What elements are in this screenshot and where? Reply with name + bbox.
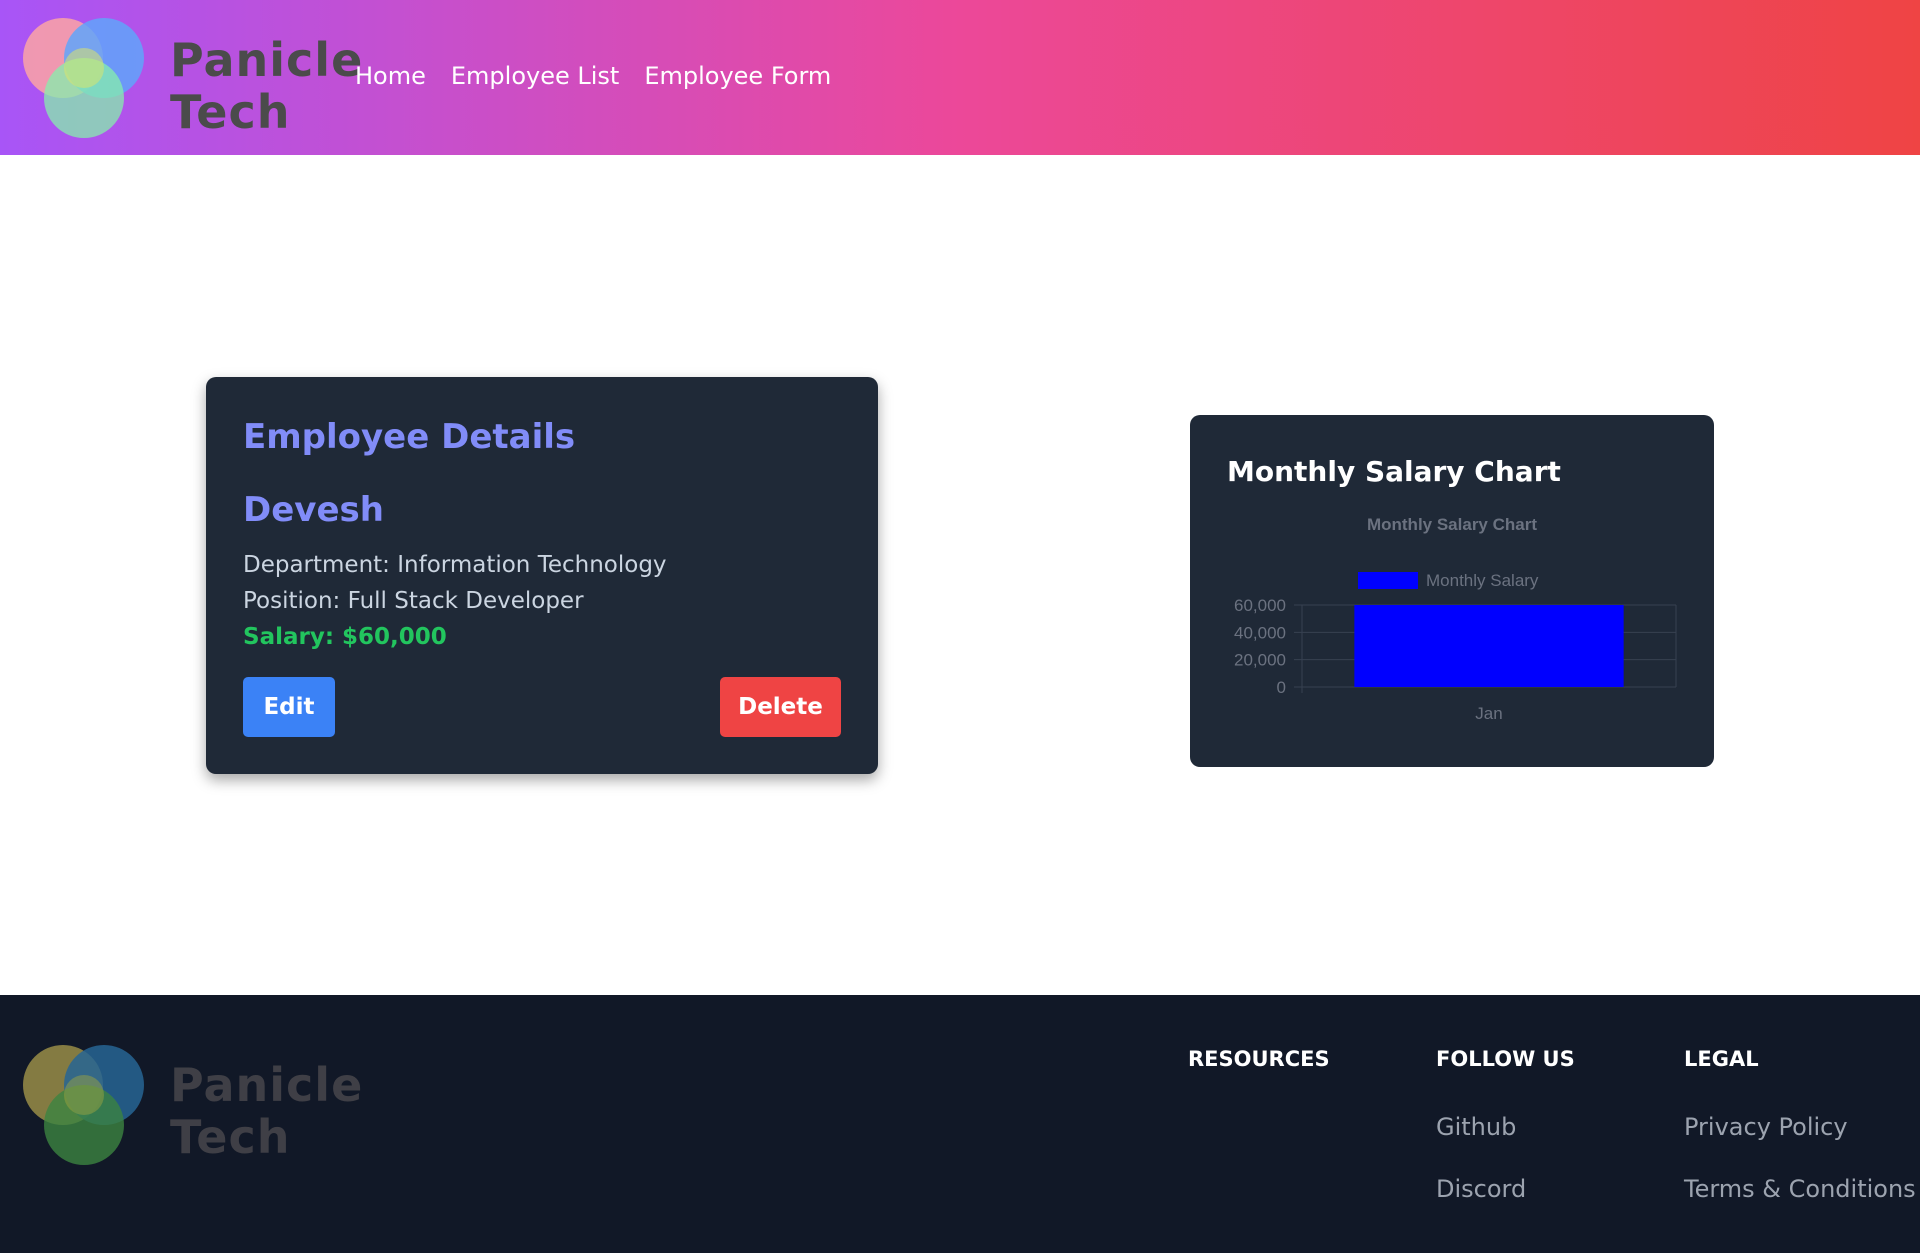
bar-jan — [1354, 605, 1624, 687]
legal-heading: LEGAL — [1684, 1047, 1759, 1071]
footer-brand-name[interactable]: Panicle Tech — [170, 1059, 363, 1163]
x-tick-label: Jan — [1475, 704, 1502, 723]
main-nav: Home Employee List Employee Form — [355, 62, 831, 90]
employee-department: Department: Information Technology — [243, 552, 667, 578]
edit-button[interactable]: Edit — [243, 677, 335, 737]
employee-name: Devesh — [243, 490, 384, 530]
follow-heading: FOLLOW US — [1436, 1047, 1575, 1071]
resources-heading: RESOURCES — [1188, 1047, 1330, 1071]
terms-conditions-link[interactable]: Terms & Conditions — [1684, 1175, 1916, 1203]
privacy-policy-link[interactable]: Privacy Policy — [1684, 1113, 1916, 1141]
legend-swatch — [1358, 572, 1418, 589]
y-tick-label: 40,000 — [1234, 623, 1286, 642]
card-title: Employee Details — [243, 417, 576, 457]
nav-home-link[interactable]: Home — [355, 62, 426, 90]
salary-bar-chart: Monthly Salary Chart Monthly Salary 60,000… — [1234, 515, 1677, 723]
y-tick-label: 20,000 — [1234, 651, 1286, 670]
site-header: Panicle Tech Home Employee List Employee… — [0, 0, 1920, 155]
logo-icon[interactable] — [22, 16, 147, 140]
github-link[interactable]: Github — [1436, 1113, 1575, 1141]
footer-resources-column: RESOURCES — [1188, 1047, 1330, 1071]
brand-line-1: Panicle — [170, 33, 364, 87]
salary-chart-card: Monthly Salary Chart Monthly Salary Char… — [1190, 415, 1714, 767]
employee-position: Position: Full Stack Developer — [243, 588, 584, 614]
nav-employee-form-link[interactable]: Employee Form — [644, 62, 831, 90]
brand-name[interactable]: Panicle Tech — [170, 34, 363, 138]
brand-line-2: Tech — [170, 85, 291, 139]
y-tick-label: 60,000 — [1234, 596, 1286, 615]
discord-link[interactable]: Discord — [1436, 1175, 1575, 1203]
footer-follow-column: FOLLOW US Github Discord — [1436, 1047, 1575, 1203]
employee-details-card: Employee Details Devesh Department: Info… — [206, 377, 878, 774]
legend-label: Monthly Salary — [1426, 571, 1539, 590]
employee-salary: Salary: $60,000 — [243, 624, 447, 650]
footer-logo-icon[interactable] — [22, 1043, 147, 1167]
footer-brand-line-2: Tech — [170, 1110, 291, 1164]
y-tick-label: 0 — [1277, 678, 1286, 697]
footer-brand-line-1: Panicle — [170, 1058, 364, 1112]
nav-employee-list-link[interactable]: Employee List — [451, 62, 619, 90]
chart-title: Monthly Salary Chart — [1367, 515, 1537, 534]
delete-button[interactable]: Delete — [720, 677, 841, 737]
footer-legal-column: LEGAL Privacy Policy Terms & Conditions — [1684, 1047, 1916, 1203]
site-footer: Panicle Tech RESOURCES FOLLOW US Github … — [0, 995, 1920, 1253]
